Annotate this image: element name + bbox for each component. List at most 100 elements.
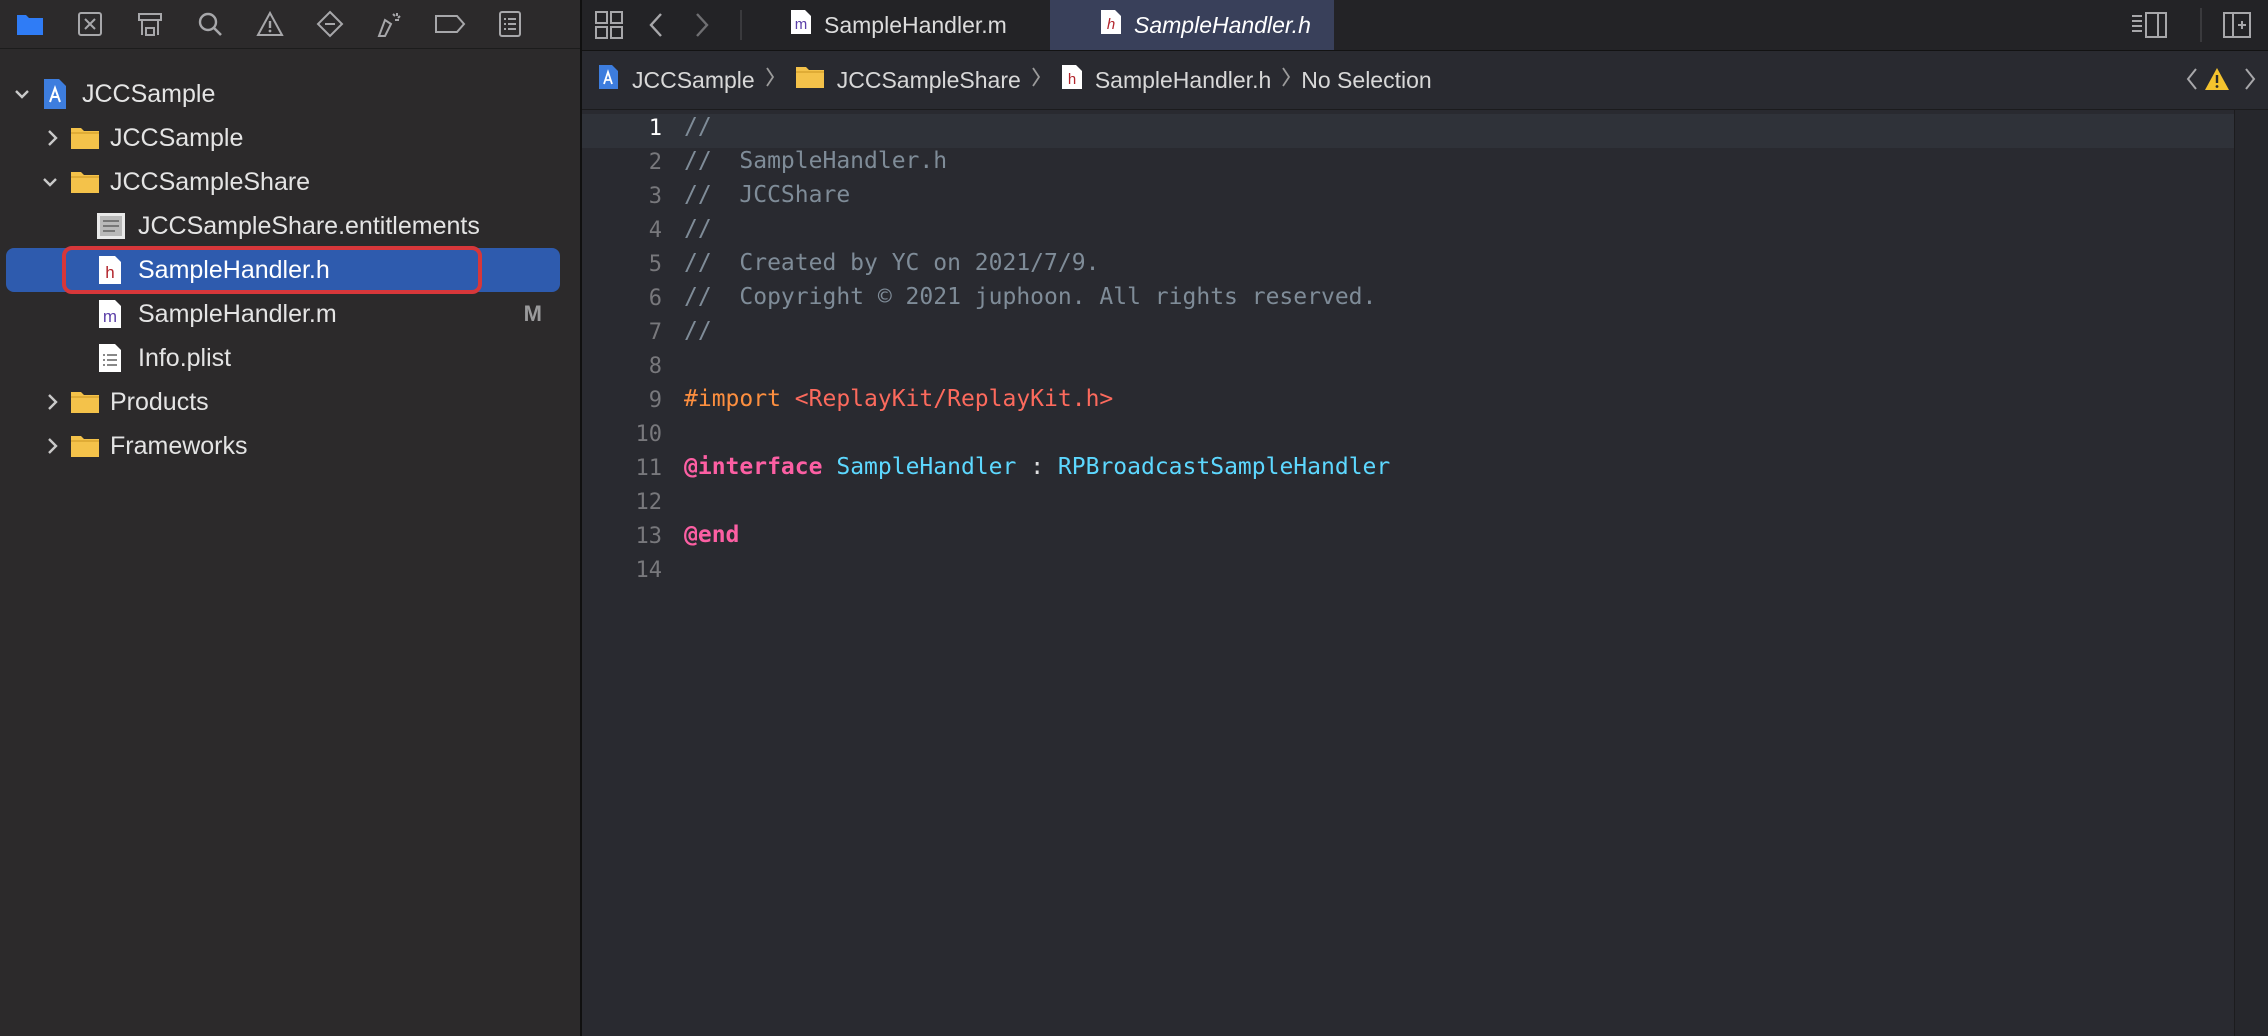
- warning-icon[interactable]: [2204, 67, 2230, 97]
- tree-row-folder-jccsample[interactable]: JCCSample: [0, 116, 580, 160]
- tree-label: Products: [110, 387, 209, 416]
- code-token: @end: [684, 522, 740, 548]
- folder-icon[interactable]: [0, 0, 60, 48]
- warning-icon[interactable]: [240, 0, 300, 48]
- line-number[interactable]: 9: [582, 388, 662, 413]
- modified-badge: M: [523, 301, 542, 326]
- code-token: // Created by YC on 2021/7/9.: [684, 250, 1100, 276]
- tree-label: Info.plist: [138, 343, 232, 372]
- code-token: //: [684, 216, 712, 242]
- implementation-file-icon: m: [790, 9, 812, 41]
- debug-icon[interactable]: [360, 0, 420, 48]
- symbol-icon[interactable]: [120, 0, 180, 48]
- line-number[interactable]: 3: [582, 184, 662, 209]
- code-token: //: [684, 318, 712, 344]
- line-number[interactable]: 14: [582, 558, 663, 583]
- forward-arrow-icon[interactable]: [694, 12, 710, 43]
- breadcrumb-label: SampleHandler.h: [1094, 66, 1272, 93]
- source-control-icon[interactable]: [60, 0, 120, 48]
- tree-row-samplehandler-m[interactable]: m SampleHandler.m M: [0, 292, 580, 336]
- folder-icon: [795, 64, 825, 96]
- chevron-down-icon[interactable]: [10, 82, 34, 106]
- svg-text:m: m: [103, 307, 117, 326]
- code-token: :: [1016, 454, 1058, 480]
- chevron-right-icon[interactable]: [40, 126, 64, 150]
- tab-samplehandler-m[interactable]: m SampleHandler.m: [780, 0, 1010, 50]
- tree-label: SampleHandler.m: [138, 299, 337, 328]
- breadcrumb-group[interactable]: JCCSampleShare: [795, 64, 1051, 96]
- line-number[interactable]: 12: [582, 490, 663, 515]
- add-editor-icon[interactable]: [2222, 10, 2252, 45]
- line-number[interactable]: 7: [582, 320, 662, 345]
- line-number[interactable]: 10: [582, 422, 663, 447]
- folder-icon: [70, 433, 100, 466]
- breadcrumb-project[interactable]: JCCSample: [598, 64, 785, 96]
- navigator-toolbar: [0, 0, 580, 49]
- code-token: #import: [684, 386, 795, 412]
- line-number[interactable]: 5: [582, 252, 662, 277]
- line-number[interactable]: 11: [582, 456, 663, 481]
- next-issue-icon[interactable]: [2244, 67, 2256, 97]
- breadcrumb-separator-icon: [1031, 66, 1041, 94]
- tree-row-entitlements[interactable]: JCCSampleShare.entitlements: [0, 204, 580, 248]
- tab-separator: [740, 10, 742, 40]
- line-number[interactable]: 8: [582, 354, 662, 379]
- chevron-down-icon[interactable]: [38, 170, 62, 194]
- report-icon[interactable]: [480, 0, 540, 48]
- search-icon[interactable]: [180, 0, 240, 48]
- tab-label: SampleHandler.m: [824, 11, 1007, 38]
- folder-icon: [70, 169, 100, 202]
- implementation-file-icon: m: [98, 299, 122, 336]
- tab-label: SampleHandler.h: [1134, 11, 1311, 38]
- breadcrumb-selection[interactable]: No Selection: [1301, 67, 1431, 94]
- chevron-right-icon[interactable]: [40, 434, 64, 458]
- tab-samplehandler-h[interactable]: h SampleHandler.h: [1050, 0, 1334, 50]
- code-line[interactable]: #import <ReplayKit/ReplayKit.h>: [684, 386, 1113, 412]
- test-diamond-icon[interactable]: [300, 0, 360, 48]
- folder-icon: [70, 125, 100, 158]
- source-editor[interactable]: 1 2 3 4 5 6 7 8 9 10 11 12 13 14 //// SampleHandler.h…: [582, 110, 2235, 1036]
- tree-label: JCCSample: [110, 123, 244, 152]
- header-file-icon: h: [1061, 64, 1083, 96]
- previous-issue-icon[interactable]: [2186, 67, 2198, 97]
- tree-row-folder-products[interactable]: Products: [0, 380, 580, 424]
- back-arrow-icon[interactable]: [648, 12, 664, 43]
- code-line[interactable]: @end: [684, 522, 739, 548]
- code-line[interactable]: // SampleHandler.h: [684, 148, 947, 174]
- tree-row-folder-jccsampleshare[interactable]: JCCSampleShare: [0, 160, 580, 204]
- code-token: SampleHandler: [836, 454, 1017, 480]
- xcode-project-icon: [42, 78, 68, 117]
- code-line[interactable]: //: [684, 114, 712, 140]
- tree-row-project[interactable]: JCCSample: [0, 72, 580, 116]
- line-number[interactable]: 6: [582, 286, 662, 311]
- editor-tab-bar: m SampleHandler.m h SampleHandler.h: [582, 0, 2268, 51]
- code-line[interactable]: // JCCShare: [684, 182, 850, 208]
- code-line[interactable]: @interface SampleHandler : RPBroadcastSa…: [684, 454, 1390, 480]
- code-line[interactable]: // Copyright © 2021 juphoon. All rights …: [684, 284, 1376, 310]
- code-line[interactable]: //: [684, 318, 712, 344]
- xcode-project-icon: [598, 64, 620, 96]
- chevron-right-icon[interactable]: [40, 390, 64, 414]
- breakpoint-icon[interactable]: [420, 0, 480, 48]
- code-token: @interface: [684, 454, 823, 480]
- code-line[interactable]: // Created by YC on 2021/7/9.: [684, 250, 1099, 276]
- grid-icon[interactable]: [594, 10, 624, 45]
- header-file-icon: h: [1100, 9, 1122, 41]
- tree-label: Frameworks: [110, 431, 248, 460]
- line-number[interactable]: 13: [582, 524, 663, 549]
- editor-options-icon[interactable]: [2130, 10, 2168, 45]
- tree-label: JCCSampleShare.entitlements: [138, 211, 480, 240]
- tree-row-folder-frameworks[interactable]: Frameworks: [0, 424, 580, 468]
- line-number[interactable]: 1: [582, 116, 662, 141]
- code-line[interactable]: //: [684, 216, 712, 242]
- breadcrumb-file[interactable]: h SampleHandler.h: [1061, 64, 1301, 96]
- toolbar-separator: [2200, 8, 2202, 42]
- svg-text:h: h: [1107, 16, 1115, 33]
- line-number[interactable]: 2: [582, 150, 662, 175]
- current-line-highlight: [582, 114, 2235, 148]
- line-number[interactable]: 4: [582, 218, 662, 243]
- tree-row-info-plist[interactable]: Info.plist: [0, 336, 580, 380]
- entitlements-file-icon: [96, 211, 126, 248]
- breadcrumb-separator-icon: [765, 66, 775, 94]
- project-navigator: JCCSample JCCSample JCCSampleShare JCCSa…: [0, 0, 580, 1036]
